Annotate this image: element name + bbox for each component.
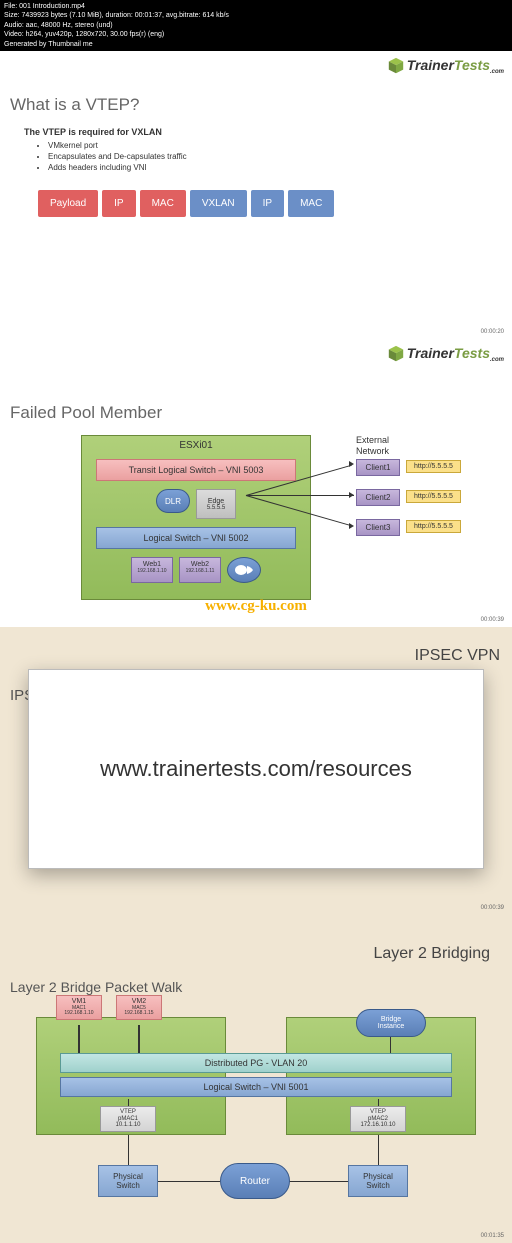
bullet: VMkernel port: [48, 141, 512, 150]
logo-text: TrainerTests.com: [407, 57, 504, 75]
connector: [78, 1025, 80, 1053]
meta-file: File: 001 Introduction.mp4: [4, 2, 508, 11]
vm2: VM2 MAC5 192.168.1.15: [116, 995, 162, 1020]
bridge-instance: Bridge Instance: [356, 1009, 426, 1037]
vtep-a: VTEP pMAC1 10.1.1.10: [100, 1106, 156, 1132]
video-metadata: File: 001 Introduction.mp4 Size: 7439923…: [0, 0, 512, 51]
connector: [138, 1025, 140, 1053]
slide-ipsec: IPSEC VPN IPSE www.trainertests.com/reso…: [0, 627, 512, 915]
slide-vtep: TrainerTests.com What is a VTEP? The VTE…: [0, 51, 512, 339]
transit-switch: Transit Logical Switch – VNI 5003: [96, 459, 296, 481]
web1: Web1 192.168.1.10: [131, 557, 173, 583]
packet-payload: Payload: [38, 190, 98, 217]
web-row: Web1 192.168.1.10 Web2 192.168.1.11: [82, 557, 310, 583]
bullet: Adds headers including VNI: [48, 163, 512, 172]
logical-switch: Logical Switch – VNI 5001: [60, 1077, 452, 1097]
logo-text: TrainerTests.com: [407, 345, 504, 363]
web2: Web2 192.168.1.11: [179, 557, 221, 583]
distributed-pg: Distributed PG - VLAN 20: [60, 1053, 452, 1073]
packet-ip: IP: [102, 190, 135, 217]
logo-cube-icon: [387, 345, 405, 363]
packet-mac2: MAC: [288, 190, 334, 217]
connector: [246, 495, 354, 496]
http-label: http://5.5.5.5: [406, 520, 461, 533]
packet-vxlan: VXLAN: [190, 190, 247, 217]
edge-node: Edge 5.5.5.5: [196, 489, 236, 519]
logical-switch: Logical Switch – VNI 5002: [96, 527, 296, 549]
slide-title: What is a VTEP?: [10, 95, 512, 115]
meta-audio: Audio: aac, 48000 Hz, stereo (und): [4, 21, 508, 30]
router-node: Router: [220, 1163, 290, 1199]
esxi-host: ESXi01 Transit Logical Switch – VNI 5003…: [81, 435, 311, 600]
vtep-b: VTEP pMAC2 172.16.10.10: [350, 1106, 406, 1132]
trainertests-logo: TrainerTests.com: [387, 57, 504, 75]
arrow-icon: [349, 461, 354, 467]
connector: [158, 1181, 220, 1182]
slide-l2-bridge: Layer 2 Bridging Layer 2 Bridge Packet W…: [0, 915, 512, 1243]
packet-mac: MAC: [140, 190, 186, 217]
client1: Client1: [356, 459, 400, 476]
bullet: Encapsulates and De-capsulates traffic: [48, 152, 512, 161]
client2: Client2: [356, 489, 400, 506]
timestamp: 00:00:39: [481, 617, 504, 623]
connector: [128, 1135, 129, 1165]
bullet-list: VMkernel port Encapsulates and De-capsul…: [48, 141, 512, 172]
packet-ip2: IP: [251, 190, 284, 217]
slide-title: Layer 2 Bridge Packet Walk: [10, 979, 512, 995]
watermark: www.cg-ku.com: [205, 598, 307, 615]
esxi-label: ESXi01: [82, 440, 310, 451]
arrow-icon: [349, 492, 354, 498]
arrow-icon: [349, 523, 354, 529]
overlay-card: www.trainertests.com/resources: [28, 669, 484, 869]
trainertests-logo: TrainerTests.com: [387, 345, 504, 363]
timestamp: 00:00:20: [481, 329, 504, 335]
external-network-label: External Network: [356, 435, 389, 457]
vm1: VM1 MAC1 192.168.1.10: [56, 995, 102, 1020]
connector: [378, 1135, 379, 1165]
diagram: ESXi01 Transit Logical Switch – VNI 5003…: [46, 435, 466, 615]
timestamp: 00:00:39: [481, 905, 504, 911]
physical-switch-b: Physical Switch: [348, 1165, 408, 1197]
logo-cube-icon: [387, 57, 405, 75]
connector: [288, 1181, 348, 1182]
overlay-text: www.trainertests.com/resources: [100, 756, 412, 782]
client3: Client3: [356, 519, 400, 536]
http-label: http://5.5.5.5: [406, 460, 461, 473]
meta-size: Size: 7439923 bytes (7.10 MiB), duration…: [4, 11, 508, 20]
physical-switch-a: Physical Switch: [98, 1165, 158, 1197]
web3-failed: [227, 557, 261, 583]
packet-row: Payload IP MAC VXLAN IP MAC: [38, 190, 512, 217]
slide-title: Failed Pool Member: [10, 403, 512, 423]
connector: [390, 1037, 391, 1053]
meta-video: Video: h264, yuv420p, 1280x720, 30.00 fp…: [4, 30, 508, 39]
slide-right-title: IPSEC VPN: [415, 647, 500, 665]
slide-failed-pool: TrainerTests.com Failed Pool Member ESXi…: [0, 339, 512, 627]
slide-right-title: Layer 2 Bridging: [373, 945, 490, 963]
dlr-node: DLR: [156, 489, 190, 513]
meta-generated: Generated by Thumbnail me: [4, 40, 508, 49]
slide-subtitle: The VTEP is required for VXLAN: [24, 127, 512, 137]
diagram: VM1 MAC1 192.168.1.10 VM2 MAC5 192.168.1…: [16, 1001, 496, 1231]
http-label: http://5.5.5.5: [406, 490, 461, 503]
timestamp: 00:01:35: [481, 1233, 504, 1239]
